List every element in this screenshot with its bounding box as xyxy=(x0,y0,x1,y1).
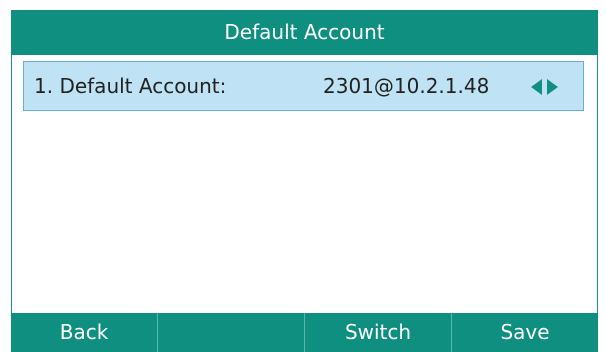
list-item-default-account[interactable]: 1. Default Account: 2301@10.2.1.48 xyxy=(23,61,584,111)
softkey-switch[interactable]: Switch xyxy=(305,313,452,352)
right-arrow-icon[interactable] xyxy=(547,79,558,95)
softkey-save[interactable]: Save xyxy=(452,313,598,352)
settings-list: 1. Default Account: 2301@10.2.1.48 xyxy=(11,55,598,313)
phone-screen: Default Account 1. Default Account: 2301… xyxy=(0,0,606,352)
softkey-bar: Back Switch Save xyxy=(11,313,598,352)
left-arrow-icon[interactable] xyxy=(531,79,542,95)
row-label: 1. Default Account: xyxy=(34,74,227,98)
page-title: Default Account xyxy=(11,10,598,55)
softkey-empty xyxy=(158,313,305,352)
row-value: 2301@10.2.1.48 xyxy=(323,74,490,98)
softkey-back[interactable]: Back xyxy=(11,313,158,352)
